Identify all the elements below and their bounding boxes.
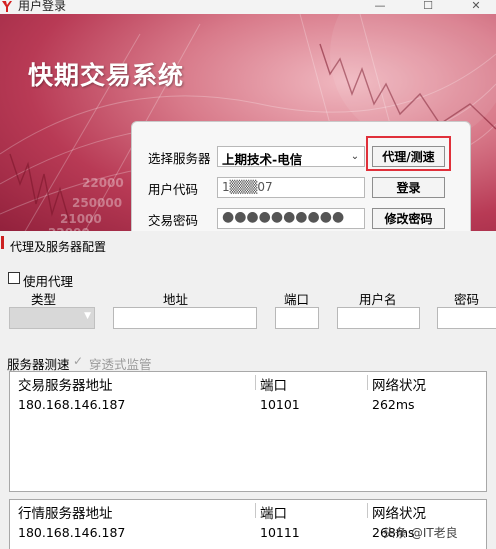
password-input[interactable]: ●●●●●●●●●●: [217, 208, 365, 229]
minimize-button[interactable]: —: [360, 0, 400, 13]
dialog-title: 代理及服务器配置: [10, 240, 107, 254]
login-panel: 选择服务器 上期技术-电信 ⌄ 代理/测速 用户代码 1▒▒▒07 登录 交易密…: [131, 121, 471, 240]
checkbox-box[interactable]: [8, 272, 20, 284]
server-address-cell: 180.168.146.187: [18, 397, 126, 412]
column-divider[interactable]: [255, 375, 256, 390]
column-header[interactable]: 交易服务器地址: [18, 374, 113, 394]
column-divider[interactable]: [367, 503, 368, 518]
port-cell: 10111: [260, 525, 300, 540]
table-header: 交易服务器地址 端口 网络状况: [10, 372, 486, 394]
app-logo-icon: [2, 1, 12, 12]
server-label: 选择服务器: [148, 151, 211, 166]
proxy-password-input[interactable]: [437, 307, 496, 329]
server-select[interactable]: 上期技术-电信 ⌄: [217, 146, 365, 167]
server-address-cell: 180.168.146.187: [18, 525, 126, 540]
chevron-down-icon[interactable]: ▼: [84, 311, 91, 321]
proxy-address-input[interactable]: [113, 307, 257, 329]
table-row[interactable]: 180.168.146.187 10101 262ms: [10, 395, 486, 417]
server-select-value: 上期技术-电信: [222, 152, 303, 167]
banner-number: 21000: [60, 212, 102, 226]
column-divider[interactable]: [367, 375, 368, 390]
table-header: 行情服务器地址 端口 网络状况: [10, 500, 486, 522]
latency-cell: 262ms: [372, 397, 415, 412]
port-column-label: 端口: [284, 292, 310, 307]
proxy-config-dialog: 代理及服务器配置 使用代理 类型 地址 端口 用户名 密码 ▼ 服务器测速 ✓ …: [0, 231, 496, 549]
column-header[interactable]: 网络状况: [372, 502, 426, 522]
close-button[interactable]: ✕: [456, 0, 496, 13]
change-password-button[interactable]: 修改密码: [372, 208, 445, 229]
column-header[interactable]: 行情服务器地址: [18, 502, 113, 522]
port-cell: 10101: [260, 397, 300, 412]
user-code-value: 1▒▒▒07: [222, 180, 273, 194]
title-bar: 用户登录 — ☐ ✕: [0, 0, 496, 14]
banner-number: 250000: [72, 196, 123, 210]
dialog-icon: [1, 236, 4, 249]
password-column-label: 密码: [454, 292, 480, 307]
window-title: 用户登录: [18, 0, 67, 13]
highlight-box: [366, 136, 451, 171]
trade-server-table: 交易服务器地址 端口 网络状况 180.168.146.187 10101 26…: [9, 371, 487, 492]
column-header[interactable]: 端口: [260, 502, 287, 522]
use-proxy-label: 使用代理: [23, 274, 74, 289]
banner-number: 22000: [82, 176, 124, 190]
type-column-label: 类型: [31, 292, 57, 307]
maximize-button[interactable]: ☐: [408, 0, 448, 13]
proxy-type-select[interactable]: ▼: [9, 307, 95, 329]
proxy-username-input[interactable]: [337, 307, 420, 329]
app-title: 快期交易系统: [28, 61, 185, 90]
user-code-input[interactable]: 1▒▒▒07: [217, 177, 365, 198]
column-header[interactable]: 端口: [260, 374, 287, 394]
password-mask: ●●●●●●●●●●: [222, 209, 345, 225]
login-button[interactable]: 登录: [372, 177, 445, 198]
password-label: 交易密码: [148, 213, 199, 228]
user-code-label: 用户代码: [148, 182, 199, 197]
chevron-down-icon[interactable]: ⌄: [348, 148, 362, 165]
column-header[interactable]: 网络状况: [372, 374, 426, 394]
username-column-label: 用户名: [359, 292, 397, 307]
check-icon: ✓: [73, 354, 84, 368]
source-watermark: 头条 @IT老良: [383, 526, 458, 540]
address-column-label: 地址: [163, 292, 189, 307]
column-divider[interactable]: [255, 503, 256, 518]
login-window: 用户登录 — ☐ ✕ 快期交易系统 22000 250000 21000 选择服…: [0, 0, 496, 240]
proxy-port-input[interactable]: [275, 307, 319, 329]
